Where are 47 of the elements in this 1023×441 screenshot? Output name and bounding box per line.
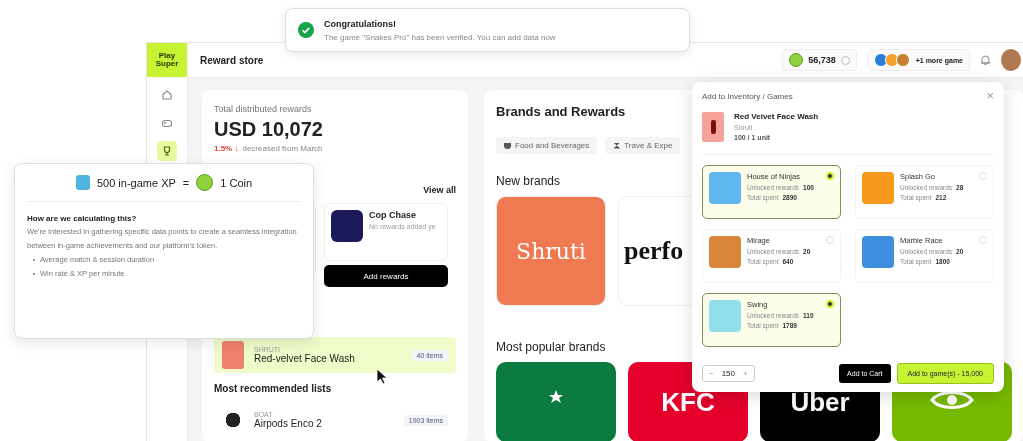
- category-chip[interactable]: Food and Beverages: [496, 137, 598, 154]
- check-icon: [298, 22, 314, 38]
- game-avatars-icon: [873, 53, 907, 67]
- nav-item[interactable]: [157, 141, 177, 161]
- bowl-icon: [504, 142, 511, 149]
- coin-icon: [789, 53, 804, 67]
- xp-amount: 500 in-game XP: [96, 176, 176, 189]
- category-chip[interactable]: Trave & Expe: [605, 137, 681, 154]
- card-title: Brands and Rewards: [496, 104, 626, 119]
- logo: Play Super: [147, 43, 187, 77]
- radio-button[interactable]: [826, 300, 834, 308]
- dialog-title: Add to Inventory / Games: [702, 91, 793, 101]
- page-title: Reward store: [200, 54, 264, 66]
- popover-heading: How are we calculating this?: [27, 214, 138, 223]
- gamepad-icon: [161, 117, 173, 129]
- change-value: 1.5% ↓: [214, 144, 239, 153]
- coin-icon: [196, 174, 214, 191]
- trophy-icon: [161, 145, 173, 157]
- product-name: Red Velvet Face Wash: [734, 112, 819, 121]
- cursor-icon: [376, 368, 388, 385]
- add-rewards-button[interactable]: Add rewards: [324, 265, 448, 287]
- change-note: decreased from March: [242, 144, 323, 153]
- home-icon: [161, 89, 173, 101]
- list-name: Airpods Enco 2: [254, 418, 323, 429]
- section-heading: Most recommended lists: [214, 383, 332, 394]
- section-heading: New brands: [496, 174, 561, 188]
- summary-label: Total distributed rewards: [214, 104, 313, 114]
- avatar[interactable]: [1001, 49, 1021, 71]
- travel-icon: [613, 142, 621, 149]
- radio-button[interactable]: [826, 172, 834, 180]
- game-title: Cop Chase: [369, 210, 417, 220]
- toast-message: The game "Snakes Pro" has been verified. You can add data now: [324, 32, 556, 42]
- list-name: Red-velvet Face Wash: [254, 353, 356, 364]
- equals-sign: =: [182, 176, 190, 189]
- section-heading: Most popular brands: [496, 340, 606, 354]
- game-thumbnail: [331, 210, 363, 242]
- game-thumbnail: [75, 175, 90, 190]
- quantity-stepper[interactable]: − 150 +: [702, 365, 755, 382]
- bell-icon[interactable]: [980, 54, 991, 66]
- coin-amount: 1 Coin: [220, 176, 253, 189]
- brand-tile[interactable]: [496, 362, 616, 441]
- toast-title: Congratulations!: [324, 18, 397, 29]
- coin-balance[interactable]: 56,738: [782, 49, 857, 71]
- product-thumbnail: [702, 112, 724, 142]
- summary-amount: USD 10,072: [214, 118, 324, 141]
- product-thumbnail: [222, 341, 244, 369]
- view-all-link[interactable]: View all: [423, 185, 456, 195]
